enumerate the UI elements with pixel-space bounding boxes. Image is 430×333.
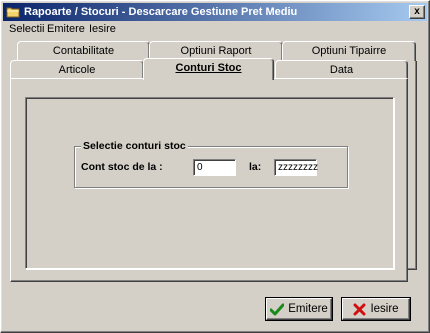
cont-from-input[interactable]: 0: [193, 159, 236, 176]
checkmark-icon: [270, 303, 285, 316]
tab-label: Optiuni Tipairre: [311, 45, 387, 57]
tab-articole[interactable]: Articole: [10, 60, 144, 80]
emitere-button-label: Emitere: [288, 303, 328, 315]
menu-emitere[interactable]: Emitere: [47, 23, 85, 35]
tab-panel-conturi-stoc: Selectie conturi stoc Cont stoc de la : …: [10, 78, 408, 282]
tab-conturi-stoc[interactable]: Conturi Stoc: [143, 58, 274, 80]
tab-label: Contabilitate: [52, 45, 115, 57]
tab-contabilitate[interactable]: Contabilitate: [17, 41, 150, 61]
menu-bar: Selectii Emitere Iesire: [3, 21, 427, 38]
group-title: Selectie conturi stoc: [81, 140, 188, 152]
tab-label: Articole: [58, 64, 96, 76]
cont-to-label: la:: [249, 161, 262, 173]
tab-label: Data: [329, 64, 354, 76]
x-cross-icon: [353, 303, 366, 316]
close-button[interactable]: x: [409, 5, 425, 19]
iesire-button[interactable]: Iesire: [342, 298, 410, 320]
cont-to-input[interactable]: zzzzzzzz: [274, 159, 318, 176]
app-window: Rapoarte / Stocuri - Descarcare Gestiune…: [0, 0, 430, 333]
selectie-conturi-group: Selectie conturi stoc Cont stoc de la : …: [74, 140, 348, 188]
cont-from-label: Cont stoc de la :: [81, 161, 163, 173]
iesire-button-label: Iesire: [370, 303, 399, 315]
tab-label: Optiuni Raport: [180, 45, 252, 57]
folder-icon: [6, 5, 20, 18]
menu-selectii[interactable]: Selectii: [9, 23, 44, 35]
emitere-button[interactable]: Emitere: [266, 298, 332, 320]
window-title: Rapoarte / Stocuri - Descarcare Gestiune…: [24, 6, 298, 18]
tab-optiuni-tiparire[interactable]: Optiuni Tipairre: [282, 41, 416, 61]
menu-iesire[interactable]: Iesire: [89, 23, 116, 35]
content-frame: Selectie conturi stoc Cont stoc de la : …: [25, 97, 394, 269]
tab-label: Conturi Stoc: [175, 62, 242, 74]
title-bar[interactable]: Rapoarte / Stocuri - Descarcare Gestiune…: [3, 3, 427, 21]
tab-data[interactable]: Data: [275, 60, 408, 80]
